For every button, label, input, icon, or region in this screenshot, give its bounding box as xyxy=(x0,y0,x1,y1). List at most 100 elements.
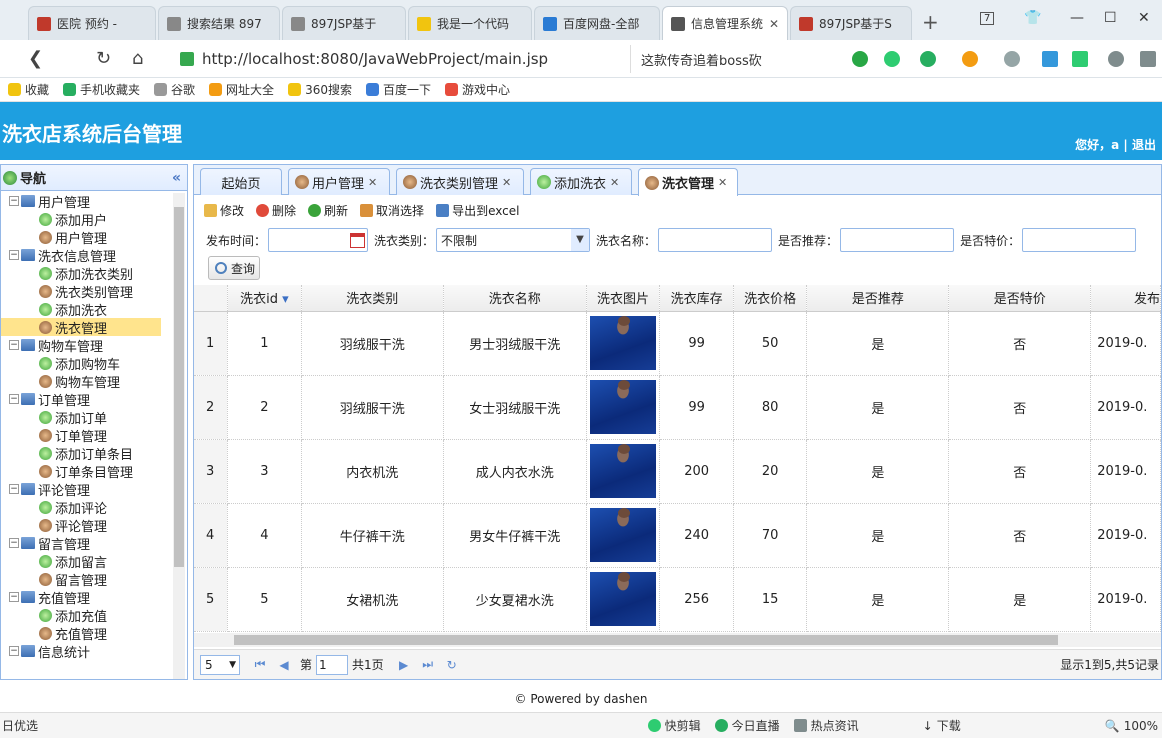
nav-scrollbar[interactable] xyxy=(173,193,185,679)
nav-group[interactable]: − 订单管理 xyxy=(1,390,173,409)
column-header[interactable]: 洗衣id ▾ xyxy=(227,285,302,312)
extension-icon[interactable] xyxy=(852,51,868,67)
nav-item[interactable]: 洗衣类别管理 xyxy=(1,282,173,301)
page-size-select[interactable]: 5 ▼ xyxy=(200,654,240,675)
browser-tab[interactable]: 897JSP基于 xyxy=(282,6,406,40)
tree-toggle-icon[interactable]: − xyxy=(9,484,19,494)
calendar-icon[interactable] xyxy=(350,233,366,248)
table-row[interactable]: 1 1 羽绒服干洗 男士羽绒服干洗 99 50 是否 2019-0. xyxy=(194,311,1161,376)
nav-group[interactable]: − 洗衣信息管理 xyxy=(1,246,173,265)
nav-group[interactable]: − 购物车管理 xyxy=(1,336,173,355)
name-input[interactable] xyxy=(658,228,773,252)
back-icon[interactable]: ❮ xyxy=(28,48,43,69)
table-row[interactable]: 3 3 内衣机洗 成人内衣水洗 200 20 是否 2019-0. xyxy=(194,439,1161,504)
last-page-icon[interactable]: ⏭ xyxy=(420,657,436,672)
nav-item[interactable]: 购物车管理 xyxy=(1,372,173,391)
column-header[interactable]: 发布 xyxy=(1090,285,1161,312)
status-left[interactable]: 日优选 xyxy=(2,717,38,734)
status-item-0[interactable]: 快剪辑 xyxy=(647,717,701,734)
next-page-icon[interactable]: ▶ xyxy=(396,658,412,672)
undo-icon[interactable] xyxy=(1108,51,1124,67)
nav-item[interactable]: 添加订单 xyxy=(1,408,173,427)
jacket-thumbnail[interactable] xyxy=(590,444,656,498)
maximize-icon[interactable]: ☐ xyxy=(1104,10,1117,26)
jacket-thumbnail[interactable] xyxy=(590,508,656,562)
search-box[interactable]: 这款传奇追着boss砍 xyxy=(630,45,830,73)
content-tab[interactable]: 添加洗衣 ✕ xyxy=(530,168,632,195)
bookmark-item[interactable]: 游戏中心 xyxy=(444,81,510,98)
nav-item[interactable]: 添加留言 xyxy=(1,552,173,571)
grid-hscrollbar-thumb[interactable] xyxy=(234,635,1058,645)
nav-item[interactable]: 添加洗衣类别 xyxy=(1,264,173,283)
browser-tab[interactable]: 信息管理系统 ✕ xyxy=(662,6,788,40)
column-header[interactable]: 洗衣类别 xyxy=(301,285,444,312)
edit-button[interactable]: 修改 xyxy=(204,202,244,219)
bookmark-item[interactable]: 网址大全 xyxy=(209,81,274,98)
query-button[interactable]: 查询 xyxy=(208,256,260,280)
nav-item[interactable]: 添加订单条目 xyxy=(1,444,173,463)
column-header[interactable]: 是否特价 xyxy=(948,285,1092,312)
nav-item[interactable]: 添加用户 xyxy=(1,210,173,229)
browser-tab[interactable]: 897JSP基于S xyxy=(790,6,912,40)
nav-item[interactable]: 留言管理 xyxy=(1,570,173,589)
bookmark-item[interactable]: 百度一下 xyxy=(365,81,431,98)
translate-icon[interactable] xyxy=(920,51,936,67)
content-tab[interactable]: 用户管理 ✕ xyxy=(288,168,390,195)
sort-desc-icon[interactable]: ▾ xyxy=(278,292,289,307)
screenshot-icon[interactable] xyxy=(1004,51,1020,67)
unselect-button[interactable]: 取消选择 xyxy=(360,202,424,219)
nav-item[interactable]: 评论管理 xyxy=(1,516,173,535)
download-button[interactable]: ↓ 下载 xyxy=(923,717,961,734)
grid-hscrollbar[interactable] xyxy=(194,633,1161,647)
content-tab[interactable]: 洗衣类别管理 ✕ xyxy=(396,168,524,195)
browser-tab[interactable]: 搜索结果 897 xyxy=(158,6,280,40)
nav-item[interactable]: 添加购物车 xyxy=(1,354,173,373)
status-item-2[interactable]: 热点资讯 xyxy=(793,717,859,734)
tab-count-badge[interactable]: 7 xyxy=(980,12,995,25)
close-window-icon[interactable]: ✕ xyxy=(1138,10,1150,26)
tree-toggle-icon[interactable]: − xyxy=(9,646,19,656)
bookmark-item[interactable]: 手机收藏夹 xyxy=(63,81,140,98)
nav-group[interactable]: − 信息统计 xyxy=(1,642,173,661)
column-header[interactable]: 洗衣图片 xyxy=(586,285,661,312)
recommend-input[interactable] xyxy=(840,228,955,252)
chevron-down-icon[interactable]: ▼ xyxy=(571,229,590,251)
bookmark-item[interactable]: 360搜索 xyxy=(288,81,352,98)
table-row[interactable]: 5 5 女裙机洗 少女夏裙水洗 256 15 是是 2019-0. xyxy=(194,567,1161,632)
nav-item[interactable]: 充值管理 xyxy=(1,624,173,643)
welcome-logout[interactable]: 您好，a | 退出 xyxy=(1075,136,1156,153)
browser-tab[interactable]: 百度网盘-全部 xyxy=(534,6,660,40)
export-button[interactable]: 导出到excel xyxy=(436,202,519,219)
table-row[interactable]: 4 4 牛仔裤干洗 男女牛仔裤干洗 240 70 是否 2019-0. xyxy=(194,503,1161,568)
column-header[interactable]: 洗衣名称 xyxy=(443,285,587,312)
skin-icon[interactable]: 👕 xyxy=(1024,10,1041,26)
tree-toggle-icon[interactable]: − xyxy=(9,394,19,404)
cut-icon[interactable] xyxy=(884,51,900,67)
nav-item[interactable]: 洗衣管理 xyxy=(1,318,161,337)
battery-icon[interactable] xyxy=(1072,51,1088,67)
reload-icon[interactable]: ↻ xyxy=(96,48,111,69)
apps-icon[interactable] xyxy=(1042,51,1058,67)
url-field[interactable]: http://localhost:8080/JavaWebProject/mai… xyxy=(180,45,620,73)
close-tab-icon[interactable]: ✕ xyxy=(368,176,377,189)
special-input[interactable] xyxy=(1022,228,1137,252)
content-tab[interactable]: 起始页 xyxy=(200,168,282,195)
close-tab-icon[interactable]: ✕ xyxy=(718,176,727,189)
nav-group[interactable]: − 充值管理 xyxy=(1,588,173,607)
column-header[interactable]: 是否推荐 xyxy=(806,285,950,312)
prev-page-icon[interactable]: ◀ xyxy=(276,658,292,672)
nav-item[interactable]: 订单条目管理 xyxy=(1,462,173,481)
nav-group[interactable]: − 留言管理 xyxy=(1,534,173,553)
first-page-icon[interactable]: ⏮ xyxy=(252,657,268,672)
new-tab-button[interactable]: + xyxy=(922,10,939,34)
delete-button[interactable]: 删除 xyxy=(256,202,296,219)
tree-toggle-icon[interactable]: − xyxy=(9,340,19,350)
jacket-thumbnail[interactable] xyxy=(590,380,656,434)
bookmark-item[interactable]: 收藏 xyxy=(8,81,49,98)
jacket-thumbnail[interactable] xyxy=(590,316,656,370)
nav-item[interactable]: 添加评论 xyxy=(1,498,173,517)
page-input[interactable]: 1 xyxy=(316,654,349,675)
bookmark-item[interactable]: 谷歌 xyxy=(154,81,195,98)
reload-page-icon[interactable]: ↻ xyxy=(444,658,460,672)
nav-group[interactable]: − 用户管理 xyxy=(1,192,173,211)
